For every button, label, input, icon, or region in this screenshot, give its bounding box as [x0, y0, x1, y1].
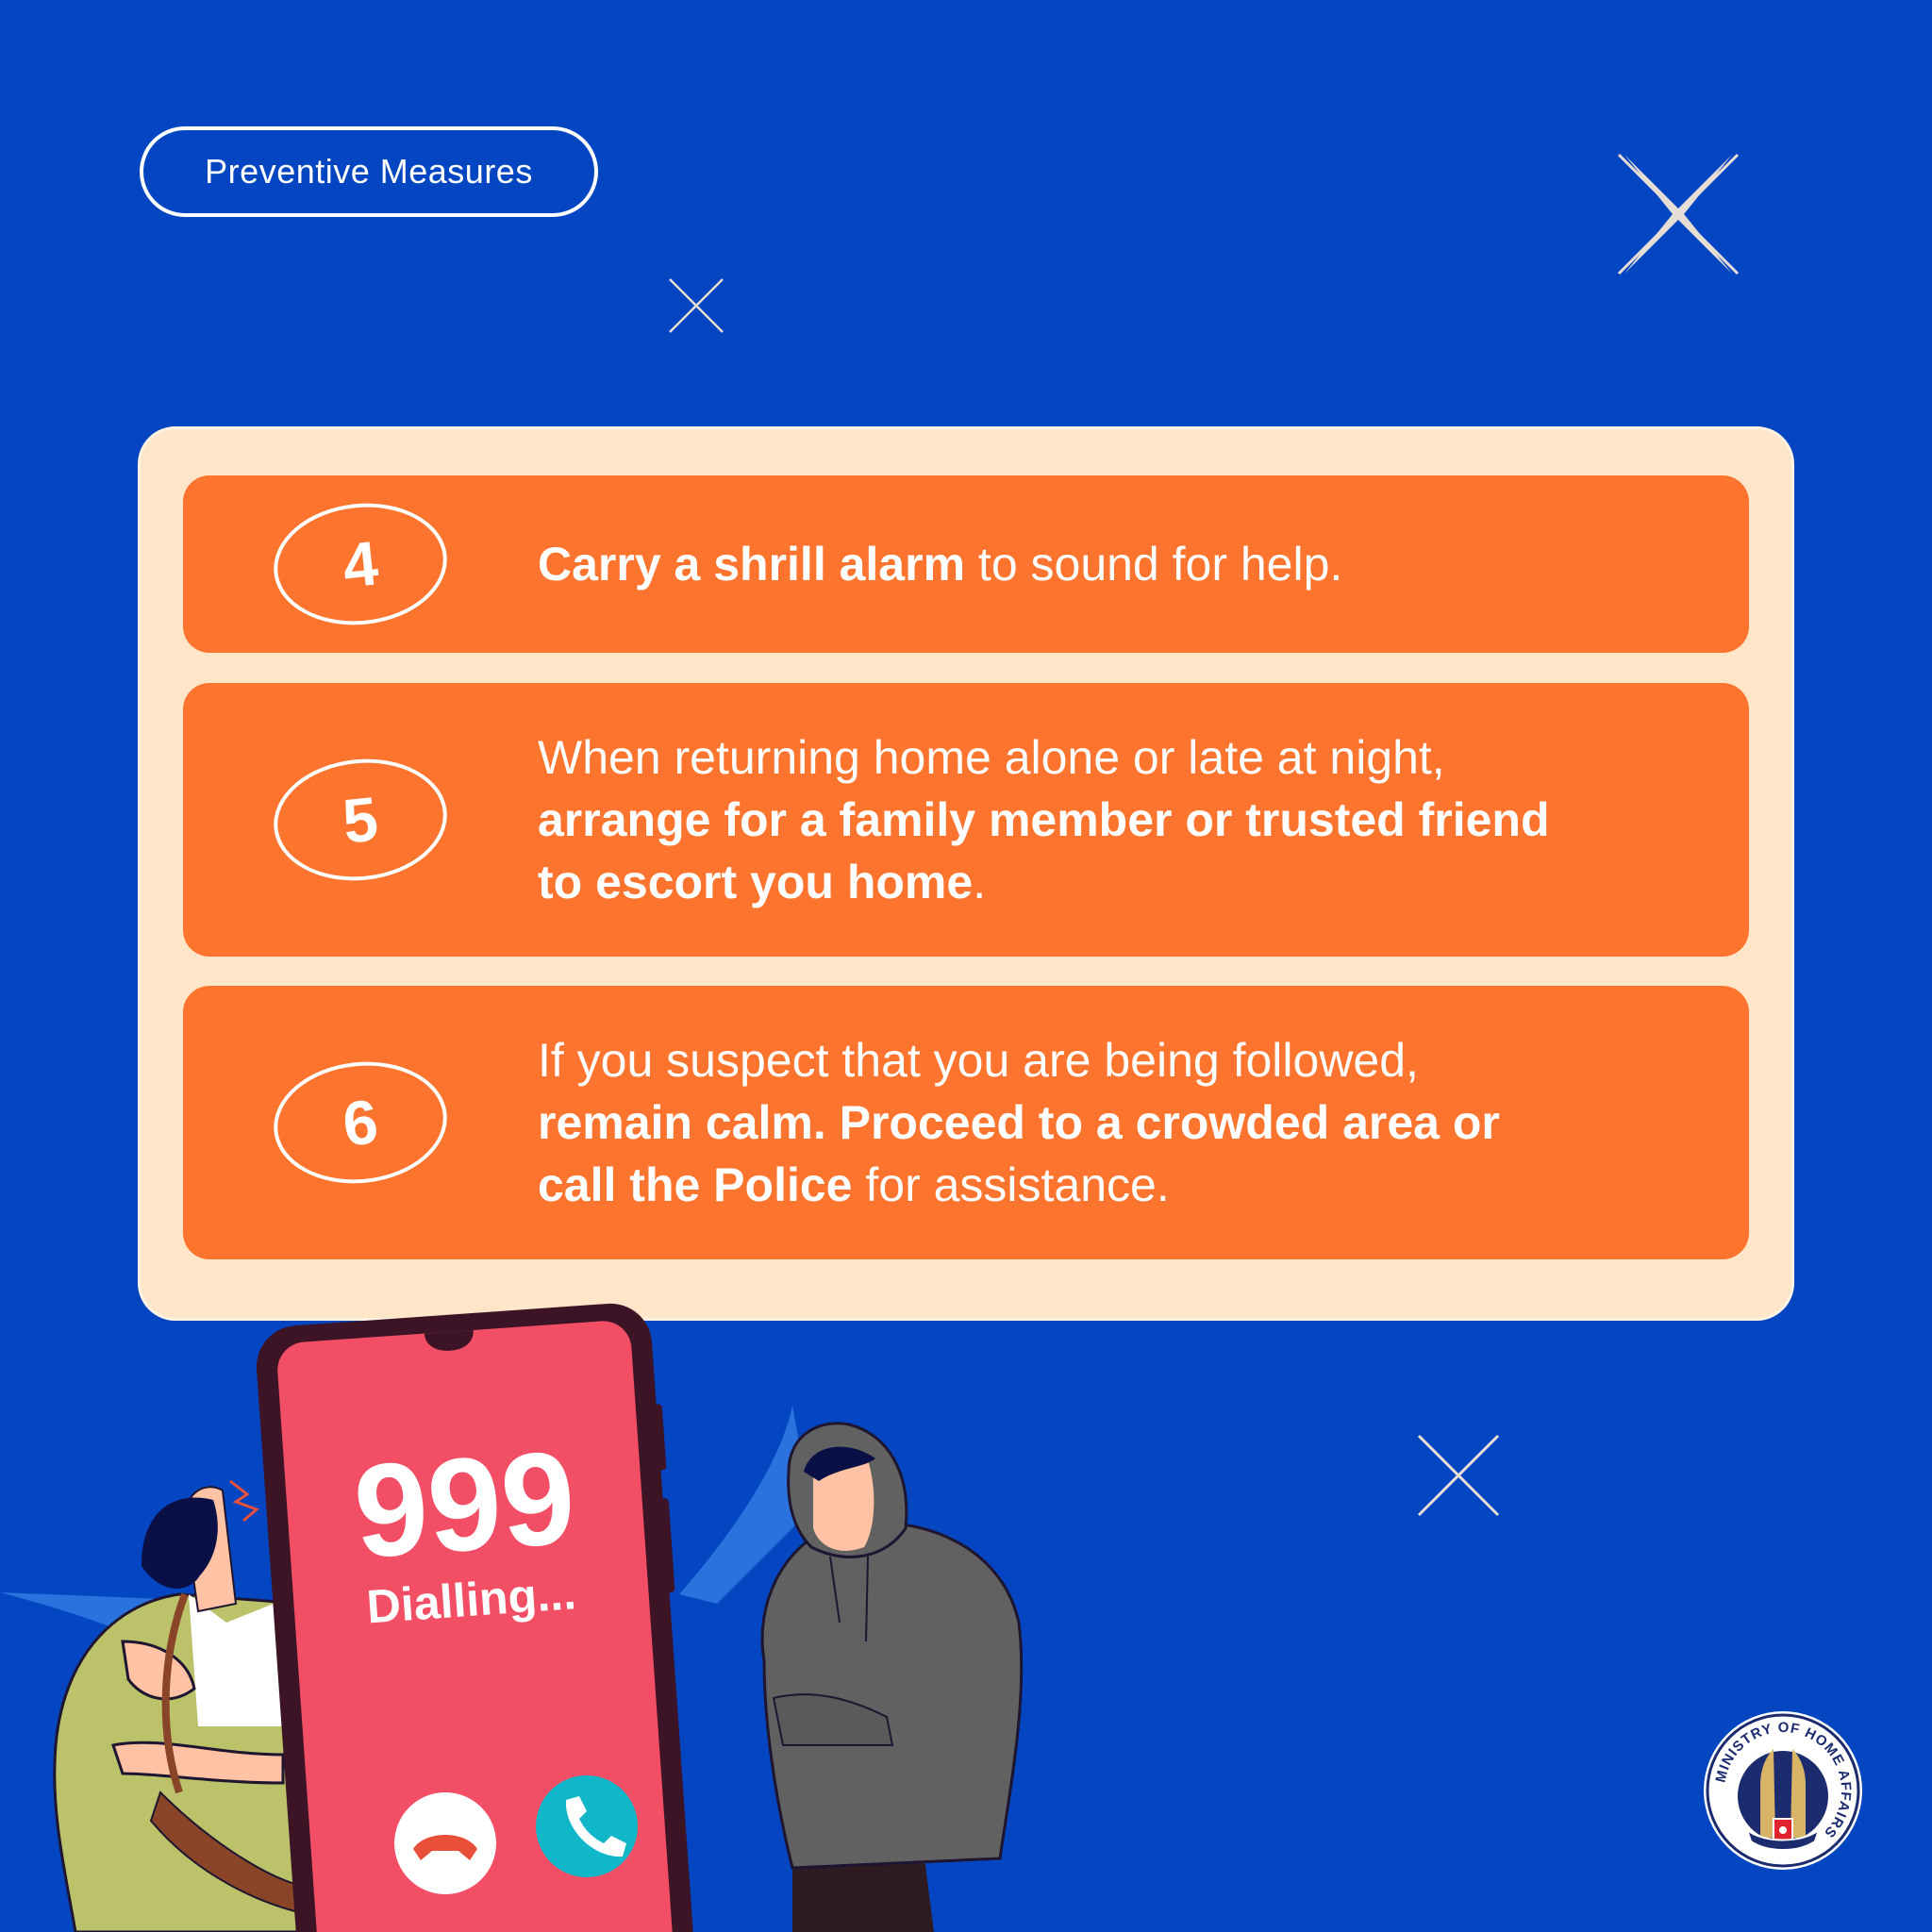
- measure-text-bold: call the Police: [538, 1158, 853, 1211]
- measure-number-badge: 5: [267, 750, 454, 890]
- measure-text-regular: If you suspect that you are being follow…: [538, 1034, 1419, 1087]
- accept-call-button[interactable]: [536, 1775, 638, 1877]
- measure-row-4: 4 Carry a shrill alarm to sound for help…: [183, 475, 1749, 653]
- illustration: 999 Dialling...: [0, 1303, 1024, 1932]
- measure-number-badge: 6: [267, 1053, 454, 1192]
- measure-text-bold: Carry a shrill alarm: [538, 538, 966, 591]
- sparkle-icon: [1417, 1434, 1500, 1517]
- sparkle-icon: [1617, 153, 1740, 275]
- measure-text-bold: remain calm. Proceed to a crowded area o…: [538, 1096, 1500, 1149]
- section-tag: Preventive Measures: [140, 126, 598, 217]
- measure-text: Carry a shrill alarm to sound for help.: [538, 533, 1692, 595]
- measure-number: 5: [339, 783, 382, 857]
- measure-number-badge: 4: [267, 494, 454, 634]
- measure-text-bold: to escort you home: [538, 856, 974, 908]
- measure-text-bold: arrange for a family member or trusted f…: [538, 793, 1550, 846]
- ministry-crest-logo: MINISTRY OF HOME AFFAIRS: [1704, 1711, 1862, 1870]
- measure-number: 4: [339, 527, 382, 601]
- measure-text-regular: for assistance.: [852, 1158, 1170, 1211]
- sparkle-icon: [669, 278, 724, 333]
- measure-row-6: 6 If you suspect that you are being foll…: [183, 986, 1749, 1259]
- measure-text: When returning home alone or late at nig…: [538, 726, 1692, 913]
- decline-call-button[interactable]: [394, 1792, 496, 1894]
- measure-text-regular: When returning home alone or late at nig…: [538, 731, 1445, 784]
- measure-row-5: 5 When returning home alone or late at n…: [183, 683, 1749, 957]
- measure-number: 6: [339, 1086, 382, 1159]
- hooded-man-figure: [760, 1422, 1024, 1932]
- measure-text: If you suspect that you are being follow…: [538, 1029, 1692, 1216]
- section-tag-label: Preventive Measures: [205, 152, 533, 191]
- dialled-number: 999: [350, 1423, 580, 1586]
- measure-text-regular: .: [973, 856, 987, 908]
- measure-text-regular: to sound for help.: [965, 538, 1343, 591]
